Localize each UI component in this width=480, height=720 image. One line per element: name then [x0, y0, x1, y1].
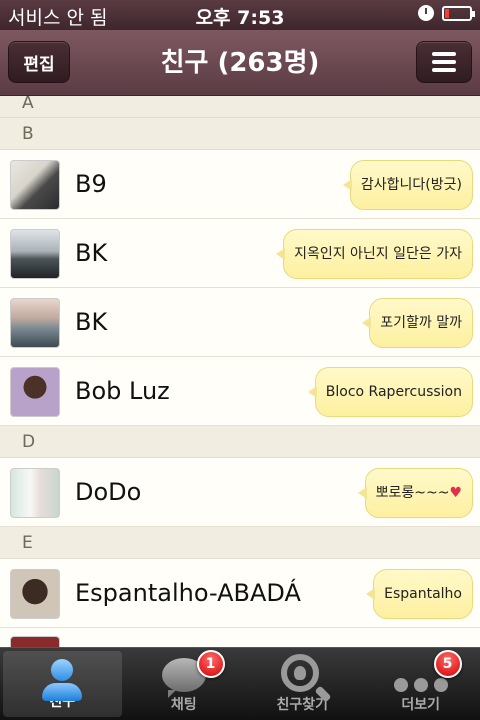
section-header-b: B — [0, 118, 480, 150]
status-time: 오후 7:53 — [195, 7, 285, 29]
section-header-d: D — [0, 426, 480, 458]
tab-find-friends[interactable]: 친구찾기 — [243, 648, 362, 720]
avatar — [10, 636, 60, 647]
nav-bar: 친구 (263명) 편집 — [0, 30, 480, 96]
heart-icon: ♥ — [449, 485, 462, 501]
more-icon — [393, 678, 448, 692]
status-message-bubble: 뽀로롱~~~♥ — [357, 468, 473, 518]
status-message-text: 뽀로롱~~~ — [375, 485, 450, 501]
tab-more[interactable]: 5 더보기 — [362, 648, 480, 720]
person-icon — [42, 659, 83, 701]
friend-name: Espantalho-ABADÁ — [75, 579, 301, 607]
tab-label: 더보기 — [401, 697, 441, 713]
avatar — [10, 367, 60, 417]
tab-friends[interactable]: 친구 — [3, 651, 122, 717]
friend-row-espantalho[interactable]: Espantalho-ABADÁ Espantalho — [0, 559, 480, 628]
section-header-a: A — [0, 96, 480, 118]
menu-icon — [432, 52, 456, 56]
friend-row-dodo[interactable]: DoDo 뽀로롱~~~♥ — [0, 458, 480, 527]
unread-badge: 1 — [196, 650, 225, 678]
section-header-e: E — [0, 527, 480, 559]
status-indicators — [418, 5, 475, 21]
clock-icon — [418, 5, 434, 21]
status-message-bubble: Bloco Rapercussion — [307, 367, 473, 417]
avatar — [10, 298, 60, 348]
avatar — [10, 160, 60, 210]
friend-name: BK — [75, 308, 108, 336]
friend-name: BK — [75, 239, 108, 267]
menu-button[interactable] — [416, 41, 472, 83]
search-icon — [279, 652, 332, 703]
friend-name: B9 — [75, 170, 107, 198]
notification-badge: 5 — [433, 650, 462, 678]
status-message-bubble: 감사합니다(방긋) — [342, 160, 473, 210]
avatar — [10, 468, 60, 518]
status-message-bubble: 지옥인지 아닌지 일단은 가자 — [276, 229, 473, 279]
friend-row-bk-2[interactable]: BK 포기할까 말까 — [0, 288, 480, 357]
status-message-bubble: 포기할까 말까 — [362, 298, 473, 348]
friend-name: DoDo — [75, 478, 142, 506]
friend-row-partial[interactable] — [0, 628, 480, 647]
avatar — [10, 229, 60, 279]
friend-row-bk[interactable]: BK 지옥인지 아닌지 일단은 가자 — [0, 219, 480, 288]
tab-bar: 친구 1 채팅 친구찾기 5 더보기 — [0, 647, 480, 720]
tab-chat[interactable]: 1 채팅 — [125, 648, 244, 720]
friend-list[interactable]: A B B9 감사합니다(방긋) BK 지옥인지 아닌지 일단은 가자 BK 포… — [0, 96, 480, 647]
friend-row-b9[interactable]: B9 감사합니다(방긋) — [0, 150, 480, 219]
friend-name: Bob Luz — [75, 377, 170, 405]
friend-row-bob-luz[interactable]: Bob Luz Bloco Rapercussion — [0, 357, 480, 426]
page-title: 친구 (263명) — [160, 48, 320, 78]
battery-icon — [442, 5, 475, 21]
status-bar: 서비스 안 됨 오후 7:53 — [0, 0, 480, 30]
avatar — [10, 569, 60, 619]
status-message-bubble: Espantalho — [366, 569, 473, 619]
edit-button[interactable]: 편집 — [8, 41, 70, 83]
